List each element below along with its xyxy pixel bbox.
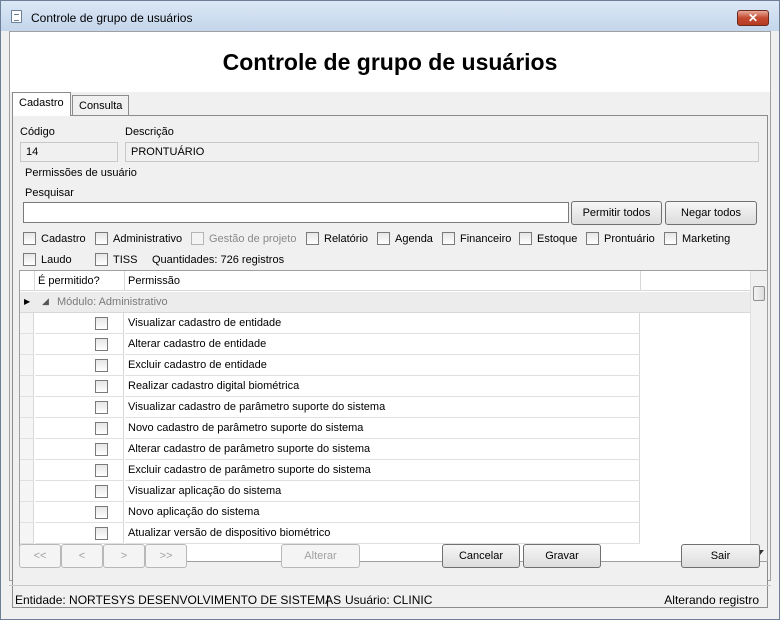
group-label: Módulo: Administrativo (57, 296, 168, 308)
status-separator: | (326, 593, 330, 607)
negar-todos-button[interactable]: Negar todos (665, 201, 757, 225)
header-panel: Controle de grupo de usuários (10, 32, 770, 92)
row-permitido-checkbox[interactable] (95, 422, 108, 435)
filter-relatorio-label: Relatório (324, 233, 369, 245)
row-permitido-checkbox[interactable] (95, 359, 108, 372)
table-row[interactable]: Visualizar cadastro de parâmetro suporte… (20, 397, 750, 418)
status-usuario: Usuário: CLINIC (345, 593, 433, 607)
next-record-button[interactable]: > (103, 544, 145, 568)
status-entidade: Entidade: NORTESYS DESENVOLVIMENTO DE SI… (15, 593, 342, 607)
filter-laudo-label: Laudo (41, 254, 72, 266)
row-permission-text: Excluir cadastro de entidade (125, 355, 640, 376)
window-title: Controle de grupo de usuários (31, 11, 193, 25)
filter-financeiro-label: Financeiro (460, 233, 512, 245)
header-indicator (20, 271, 35, 291)
column-header-permitido[interactable]: É permitido? (35, 271, 125, 291)
filter-cadastro-label: Cadastro (41, 233, 86, 245)
filter-laudo-checkbox[interactable] (23, 253, 36, 266)
tab-cadastro[interactable]: Cadastro (12, 92, 71, 116)
table-row[interactable]: Alterar cadastro de entidade (20, 334, 750, 355)
sair-button[interactable]: Sair (681, 544, 760, 568)
current-row-indicator-icon: ▶ (24, 297, 31, 306)
row-permitido-checkbox[interactable] (95, 485, 108, 498)
row-permission-text: Visualizar cadastro de parâmetro suporte… (125, 397, 640, 418)
title-bar[interactable]: Controle de grupo de usuários ✕ (1, 1, 779, 31)
filter-estoque-label: Estoque (537, 233, 578, 245)
row-permission-text: Excluir cadastro de parâmetro suporte do… (125, 460, 640, 481)
collapse-triangle-icon[interactable]: ◢ (42, 296, 49, 307)
column-header-permissao[interactable]: Permissão (125, 271, 641, 291)
table-row[interactable]: Visualizar cadastro de entidade (20, 313, 750, 334)
status-state: Alterando registro (664, 593, 759, 607)
descricao-label: Descrição (125, 126, 174, 138)
scrollbar-thumb[interactable] (753, 286, 765, 301)
client-area: Controle de grupo de usuários Cadastro C… (9, 31, 771, 608)
row-permitido-checkbox[interactable] (95, 380, 108, 393)
permitir-todos-button[interactable]: Permitir todos (571, 201, 662, 225)
filter-gestao-projeto-checkbox (191, 232, 204, 245)
table-row[interactable]: Atualizar versão de dispositivo biométri… (20, 523, 750, 544)
filter-tiss-label: TISS (113, 254, 138, 266)
pesquisar-label: Pesquisar (25, 187, 74, 199)
row-permission-text: Novo cadastro de parâmetro suporte do si… (125, 418, 640, 439)
row-permission-text: Atualizar versão de dispositivo biométri… (125, 523, 640, 544)
vertical-scrollbar[interactable] (750, 271, 767, 561)
table-row[interactable]: Novo aplicação do sistema (20, 502, 750, 523)
status-bar: Entidade: NORTESYS DESENVOLVIMENTO DE SI… (9, 585, 771, 611)
table-row[interactable]: Realizar cadastro digital biométrica (20, 376, 750, 397)
row-permitido-checkbox[interactable] (95, 506, 108, 519)
row-permission-text: Alterar cadastro de entidade (125, 334, 640, 355)
group-row-administrativo[interactable]: ▶ ◢ Módulo: Administrativo (20, 292, 750, 313)
app-icon (11, 10, 22, 23)
first-record-button[interactable]: << (19, 544, 61, 568)
filter-cadastro-checkbox[interactable] (23, 232, 36, 245)
filter-tiss-checkbox[interactable] (95, 253, 108, 266)
filter-estoque-checkbox[interactable] (519, 232, 532, 245)
alterar-button[interactable]: Alterar (281, 544, 360, 568)
codigo-label: Código (20, 126, 55, 138)
row-permission-text: Visualizar cadastro de entidade (125, 313, 640, 334)
filter-administrativo-label: Administrativo (113, 233, 183, 245)
row-permitido-checkbox[interactable] (95, 443, 108, 456)
table-row[interactable]: Alterar cadastro de parâmetro suporte do… (20, 439, 750, 460)
row-permitido-checkbox[interactable] (95, 527, 108, 540)
filter-prontuario-label: Prontuário (604, 233, 655, 245)
tab-consulta[interactable]: Consulta (72, 95, 130, 116)
previous-record-button[interactable]: < (61, 544, 103, 568)
row-permission-text: Novo aplicação do sistema (125, 502, 640, 523)
table-row[interactable]: Excluir cadastro de parâmetro suporte do… (20, 460, 750, 481)
row-permitido-checkbox[interactable] (95, 338, 108, 351)
filter-relatorio-checkbox[interactable] (306, 232, 319, 245)
row-permitido-checkbox[interactable] (95, 317, 108, 330)
gravar-button[interactable]: Gravar (523, 544, 601, 568)
search-input[interactable] (23, 202, 569, 223)
filter-agenda-label: Agenda (395, 233, 433, 245)
codigo-field: 14 (20, 142, 118, 162)
row-permitido-checkbox[interactable] (95, 464, 108, 477)
page-title: Controle de grupo de usuários (222, 49, 558, 75)
filter-marketing-label: Marketing (682, 233, 731, 245)
row-permission-text: Visualizar aplicação do sistema (125, 481, 640, 502)
grid-header: É permitido? Permissão (20, 271, 750, 291)
record-count: Quantidades: 726 registros (152, 254, 285, 266)
filter-prontuario-checkbox[interactable] (586, 232, 599, 245)
filter-marketing-checkbox[interactable] (664, 232, 677, 245)
table-row[interactable]: Excluir cadastro de entidade (20, 355, 750, 376)
filter-gestao-projeto-label: Gestão de projeto (209, 233, 297, 245)
row-permission-text: Alterar cadastro de parâmetro suporte do… (125, 439, 640, 460)
table-row[interactable]: Visualizar aplicação do sistema (20, 481, 750, 502)
row-permission-text: Realizar cadastro digital biométrica (125, 376, 640, 397)
filter-administrativo-checkbox[interactable] (95, 232, 108, 245)
filter-agenda-checkbox[interactable] (377, 232, 390, 245)
descricao-field: PRONTUÁRIO (125, 142, 759, 162)
permissions-grid[interactable]: É permitido? Permissão ▶ ◢ Módulo: Admin… (19, 270, 768, 562)
table-row[interactable]: Novo cadastro de parâmetro suporte do si… (20, 418, 750, 439)
cancelar-button[interactable]: Cancelar (442, 544, 520, 568)
filter-financeiro-checkbox[interactable] (442, 232, 455, 245)
main-window: Controle de grupo de usuários ✕ Controle… (0, 0, 780, 620)
last-record-button[interactable]: >> (145, 544, 187, 568)
close-button[interactable]: ✕ (737, 10, 769, 26)
row-permitido-checkbox[interactable] (95, 401, 108, 414)
permissoes-label: Permissões de usuário (25, 167, 137, 179)
